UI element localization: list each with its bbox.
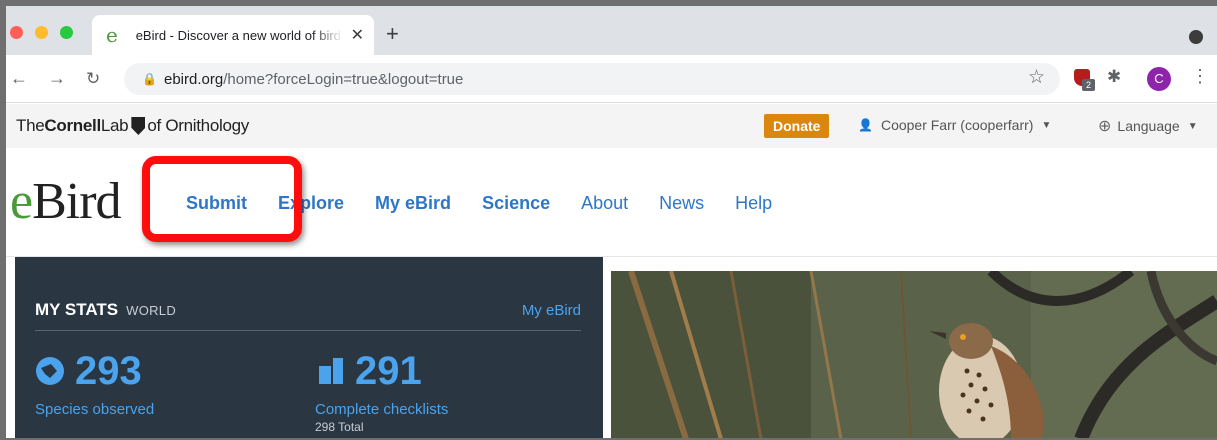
nav-science[interactable]: Science — [482, 194, 550, 212]
cornell-lab-logo[interactable]: The Cornell Lab of Ornithology — [16, 116, 249, 136]
chevron-down-icon: ▼ — [1041, 119, 1052, 131]
minimize-window-button[interactable] — [35, 26, 48, 39]
logo-cornell: Cornell — [44, 116, 101, 135]
logo-e: e — [10, 173, 33, 230]
forward-arrow-icon[interactable]: → — [48, 69, 66, 87]
checklists-stat[interactable]: 291 Complete checklists 298 Total — [315, 351, 448, 434]
bookmark-star-icon[interactable]: ☆ — [1028, 68, 1045, 87]
user-name: Cooper Farr (cooperfarr) — [880, 117, 1034, 133]
thrasher-photo-illustration — [611, 271, 1217, 438]
stats-header: MY STATS WORLD My eBird — [35, 300, 581, 331]
address-bar[interactable]: 🔒 ebird.org/home?forceLogin=true&logout=… — [124, 63, 1060, 95]
nav-my-ebird[interactable]: My eBird — [375, 194, 451, 212]
species-globe-icon — [36, 357, 64, 385]
checklists-total: 298 Total — [315, 420, 364, 434]
ebird-logo[interactable]: eBird — [10, 173, 122, 230]
bird-photo — [611, 271, 1217, 438]
user-account-menu[interactable]: 👤 Cooper Farr (cooperfarr) ▼ — [858, 117, 1051, 133]
logo-bird: Bird — [32, 173, 121, 230]
reload-icon[interactable]: ↻ — [86, 70, 100, 87]
cornell-shield-icon — [131, 117, 146, 135]
profile-avatar[interactable]: C — [1147, 67, 1171, 91]
back-arrow-icon[interactable]: ← — [10, 69, 28, 87]
checklists-label: Complete checklists — [315, 401, 449, 418]
stats-region: WORLD — [126, 303, 177, 318]
tab-search-icon[interactable] — [1189, 30, 1203, 44]
browser-menu-icon[interactable]: ⋮ — [1191, 67, 1209, 85]
species-count: 293 — [75, 349, 142, 393]
user-icon: 👤 — [858, 118, 873, 132]
lock-icon[interactable]: 🔒 — [142, 72, 158, 86]
maximize-window-button[interactable] — [60, 26, 73, 39]
checklist-icon — [319, 358, 343, 384]
species-label: Species observed — [35, 401, 155, 418]
tab-title: eBird - Discover a new world of birds — [135, 27, 343, 43]
highlight-annotation — [142, 156, 302, 242]
logo-lab: Lab — [100, 116, 129, 135]
chevron-down-icon: ▼ — [1187, 120, 1198, 132]
language-label: Language — [1117, 118, 1180, 134]
nav-about[interactable]: About — [581, 194, 628, 212]
ebird-favicon-icon: e — [106, 23, 118, 47]
url-path: /home?forceLogin=true&logout=true — [223, 70, 464, 88]
cornell-lab-bar: The Cornell Lab of Ornithology Donate 👤 Coo… — [6, 104, 1217, 148]
nav-help[interactable]: Help — [735, 194, 772, 212]
checklists-count: 291 — [355, 349, 422, 393]
extension-badge: 2 — [1082, 79, 1095, 91]
nav-news[interactable]: News — [659, 194, 704, 212]
close-window-button[interactable] — [10, 26, 23, 39]
language-menu[interactable]: ⊕ Language ▼ — [1098, 116, 1198, 136]
close-tab-icon[interactable]: ✕ — [351, 25, 364, 45]
donate-button[interactable]: Donate — [764, 114, 830, 138]
browser-tab-ebird[interactable]: e eBird - Discover a new world of birds … — [92, 15, 374, 55]
browser-window: e eBird - Discover a new world of birds … — [6, 6, 1217, 438]
url-text[interactable]: ebird.org/home?forceLogin=true&logout=tr… — [164, 71, 463, 88]
hero-section: MY STATS WORLD My eBird 293 Species obse… — [6, 256, 1217, 438]
my-stats-panel: MY STATS WORLD My eBird 293 Species obse… — [15, 257, 603, 438]
globe-icon: ⊕ — [1098, 118, 1112, 135]
my-ebird-link[interactable]: My eBird — [522, 302, 581, 319]
stats-title: MY STATS — [35, 300, 119, 319]
species-stat[interactable]: 293 Species observed — [35, 351, 154, 418]
browser-toolbar: ← → ↻ 🔒 ebird.org/home?forceLogin=true&l… — [6, 55, 1217, 103]
url-host: ebird.org — [164, 70, 224, 88]
logo-of-ornithology: of Ornithology — [147, 116, 249, 135]
new-tab-icon[interactable]: + — [386, 23, 399, 45]
logo-the: The — [16, 116, 45, 135]
extensions-puzzle-icon[interactable]: ✱ — [1107, 68, 1121, 85]
